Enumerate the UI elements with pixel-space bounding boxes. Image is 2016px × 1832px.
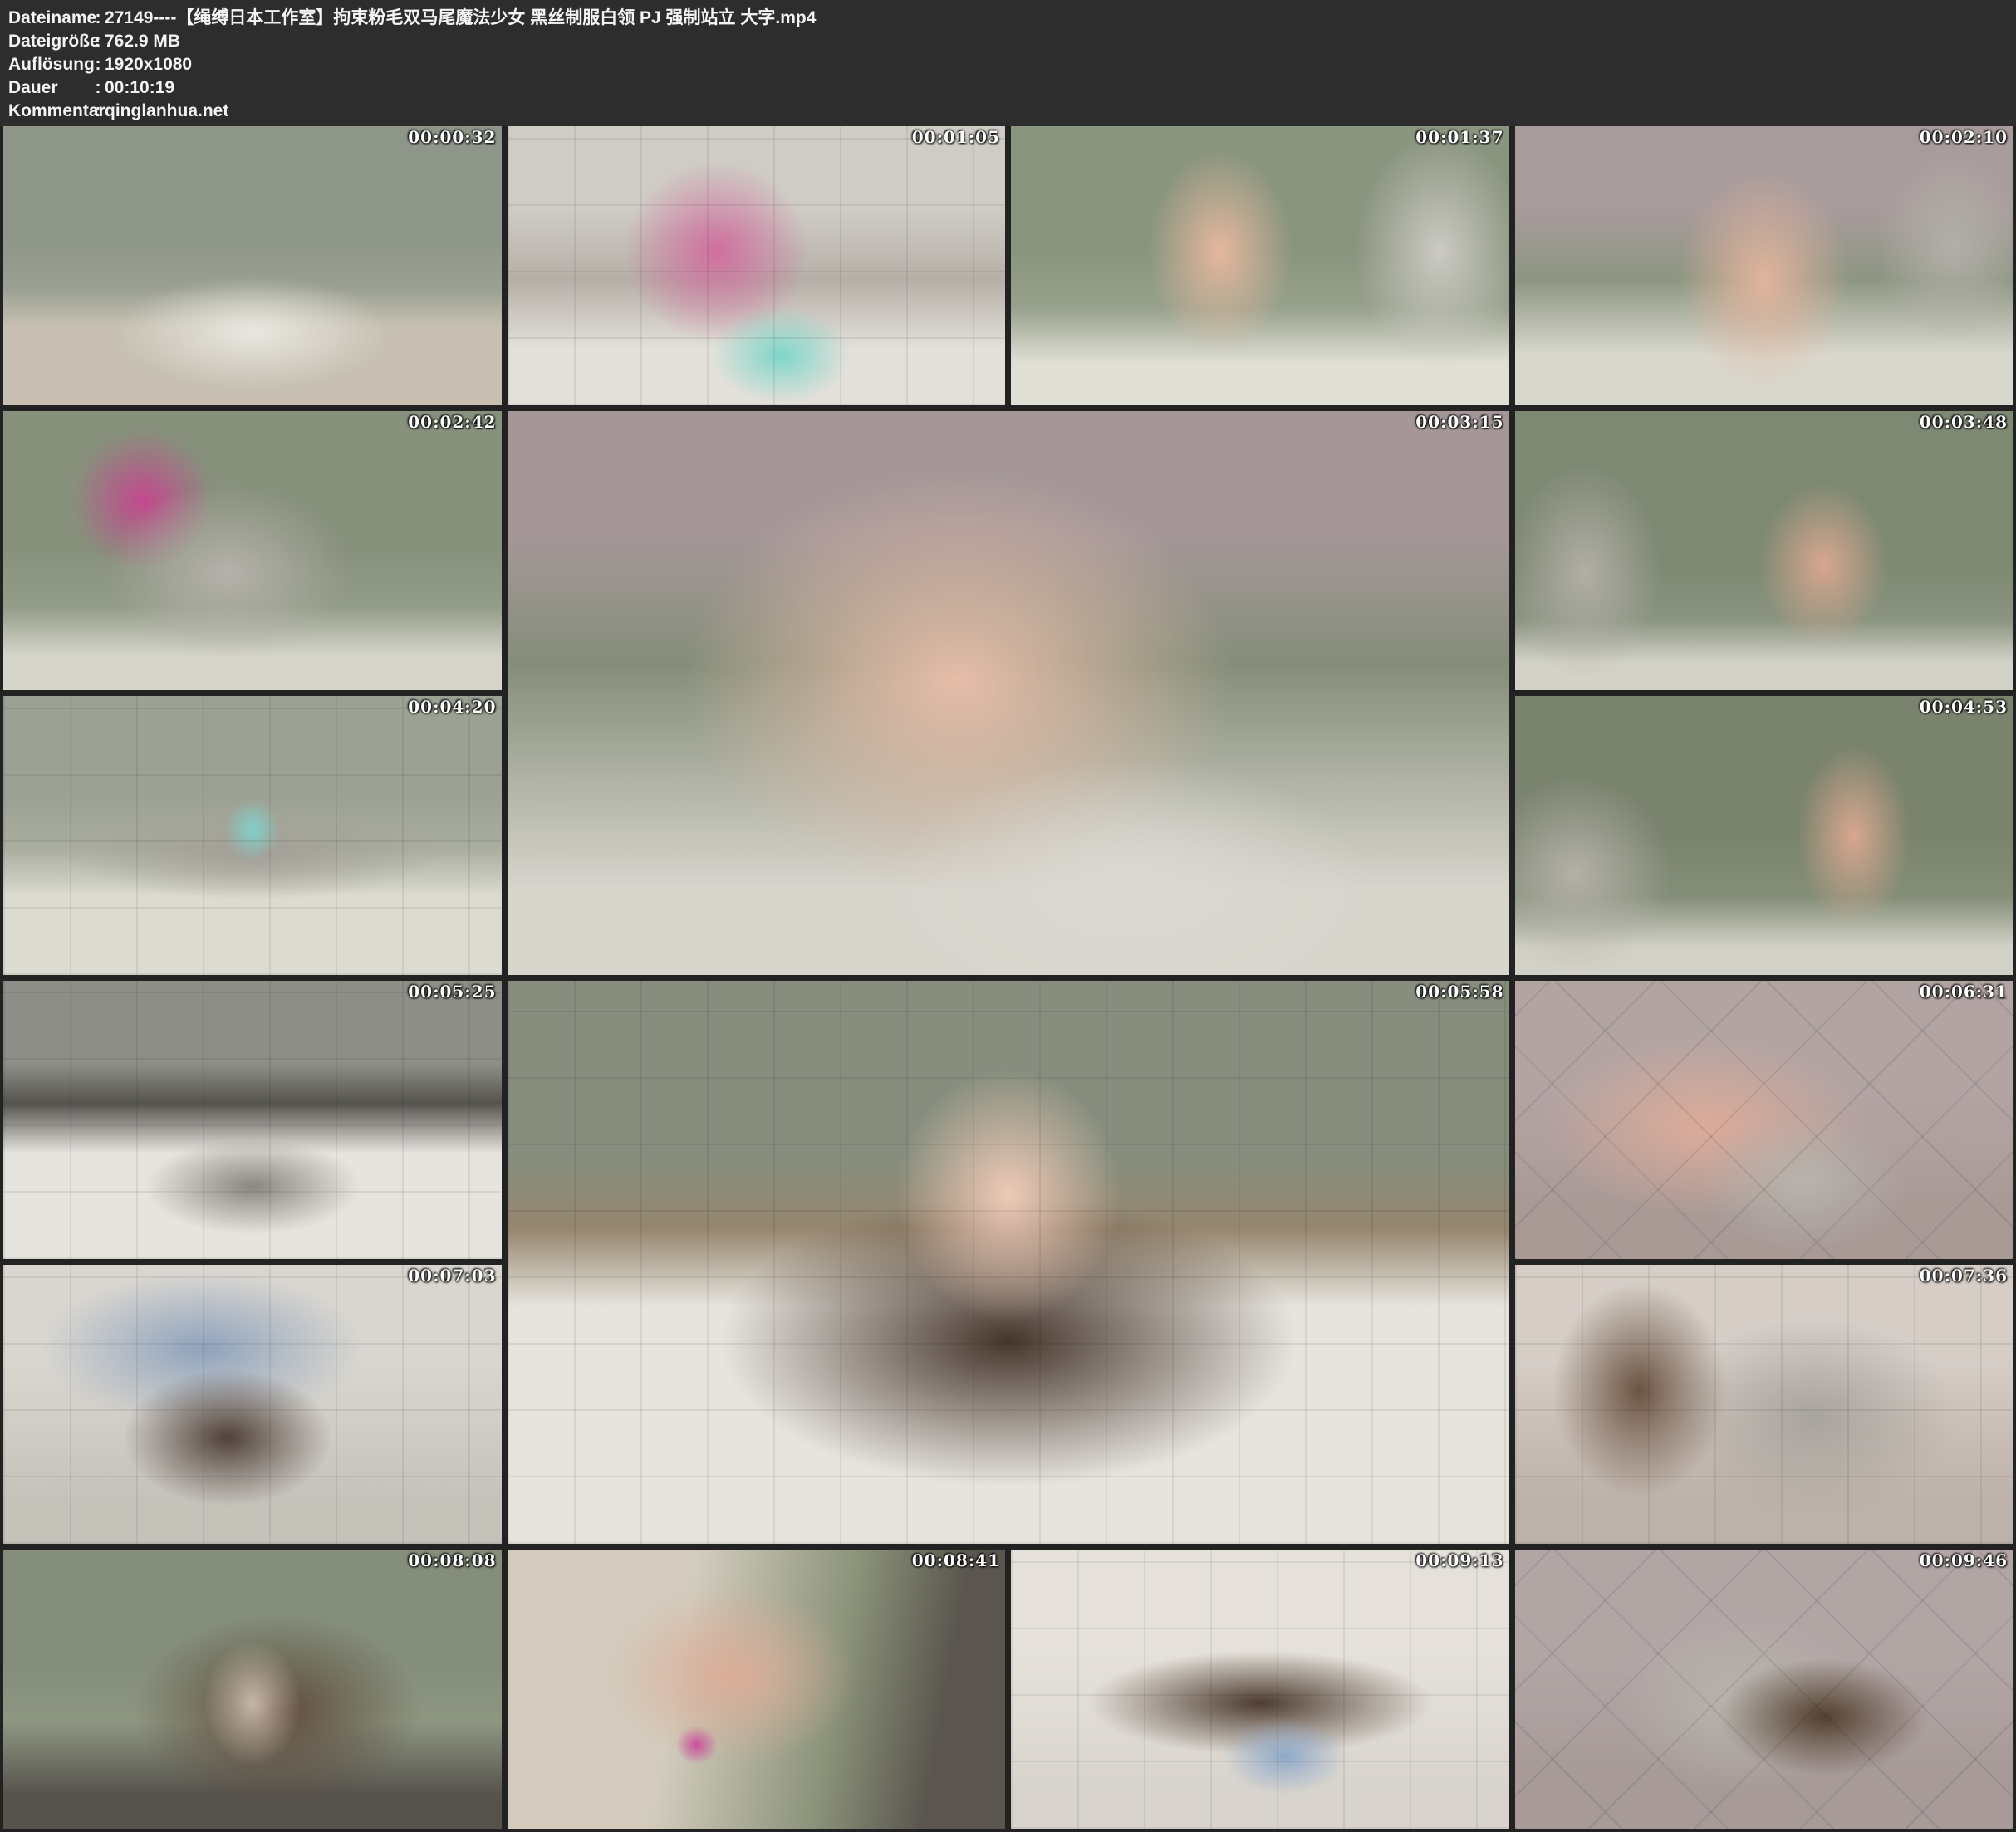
timestamp-overlay: 00:08:08 [408, 1550, 496, 1570]
field-dauer: Dauer : 00:10:19 [8, 76, 2016, 100]
filename-value: 27149----【绳缚日本工作室】拘束粉毛双马尾魔法少女 黑丝制服白领 PJ … [105, 7, 2016, 30]
field-dateiname: Dateiname : 27149----【绳缚日本工作室】拘束粉毛双马尾魔法少… [8, 7, 2016, 30]
timestamp-overlay: 00:07:36 [1920, 1266, 2008, 1286]
video-thumbnail: 00:01:37 [1011, 126, 1509, 405]
timestamp-overlay: 00:07:03 [408, 1266, 496, 1286]
video-thumbnail: 00:02:10 [1515, 126, 2014, 405]
field-dateigroesse: Dateigröße : 762.9 MB [8, 30, 2016, 53]
timestamp-overlay: 00:01:37 [1415, 127, 1503, 147]
timestamp-overlay: 00:04:20 [408, 697, 496, 717]
field-separator: : [91, 76, 105, 100]
resolution-value: 1920x1080 [105, 53, 2016, 76]
field-label: Dateiname [8, 7, 91, 30]
video-thumbnail: 00:01:05 [508, 126, 1006, 405]
timestamp-overlay: 00:05:58 [1415, 982, 1503, 1002]
field-aufloesung: Auflösung : 1920x1080 [8, 53, 2016, 76]
field-separator: : [91, 100, 105, 123]
filesize-value: 762.9 MB [105, 30, 2016, 53]
video-thumbnail: 00:03:15 [508, 411, 1509, 975]
timestamp-overlay: 00:01:05 [912, 127, 1000, 147]
video-thumbnail: 00:04:20 [3, 696, 502, 975]
video-thumbnail: 00:04:53 [1515, 696, 2014, 975]
file-info-header: Dateiname : 27149----【绳缚日本工作室】拘束粉毛双马尾魔法少… [0, 0, 2016, 126]
timestamp-overlay: 00:08:41 [912, 1550, 1000, 1570]
video-thumbnail: 00:03:48 [1515, 411, 2014, 690]
timestamp-overlay: 00:09:46 [1920, 1550, 2008, 1570]
field-separator: : [91, 53, 105, 76]
timestamp-overlay: 00:02:42 [408, 412, 496, 432]
video-thumbnail: 00:08:41 [508, 1550, 1006, 1829]
timestamp-overlay: 00:06:31 [1920, 982, 2008, 1002]
video-thumbnail: 00:08:08 [3, 1550, 502, 1829]
field-label: Kommentar [8, 100, 91, 123]
field-separator: : [91, 30, 105, 53]
thumbnail-grid: 00:00:32 00:01:05 00:01:37 00:02:10 00:0… [0, 126, 2016, 1832]
timestamp-overlay: 00:03:48 [1920, 412, 2008, 432]
field-kommentar: Kommentar : qinglanhua.net [8, 100, 2016, 123]
video-thumbnail: 00:09:46 [1515, 1550, 2014, 1829]
video-thumbnail: 00:02:42 [3, 411, 502, 690]
timestamp-overlay: 00:03:15 [1415, 412, 1503, 432]
field-label: Dauer [8, 76, 91, 100]
field-label: Dateigröße [8, 30, 91, 53]
video-thumbnail: 00:09:13 [1011, 1550, 1509, 1829]
field-label: Auflösung [8, 53, 91, 76]
timestamp-overlay: 00:04:53 [1920, 697, 2008, 717]
video-thumbnail: 00:05:25 [3, 981, 502, 1260]
video-thumbnail: 00:05:58 [508, 981, 1509, 1545]
timestamp-overlay: 00:09:13 [1415, 1550, 1503, 1570]
video-thumbnail: 00:00:32 [3, 126, 502, 405]
timestamp-overlay: 00:02:10 [1920, 127, 2008, 147]
field-separator: : [91, 7, 105, 30]
timestamp-overlay: 00:05:25 [408, 982, 496, 1002]
comment-value: qinglanhua.net [105, 100, 2016, 123]
video-thumbnail: 00:06:31 [1515, 981, 2014, 1260]
duration-value: 00:10:19 [105, 76, 2016, 100]
video-thumbnail: 00:07:03 [3, 1265, 502, 1544]
timestamp-overlay: 00:00:32 [408, 127, 496, 147]
video-thumbnail: 00:07:36 [1515, 1265, 2014, 1544]
